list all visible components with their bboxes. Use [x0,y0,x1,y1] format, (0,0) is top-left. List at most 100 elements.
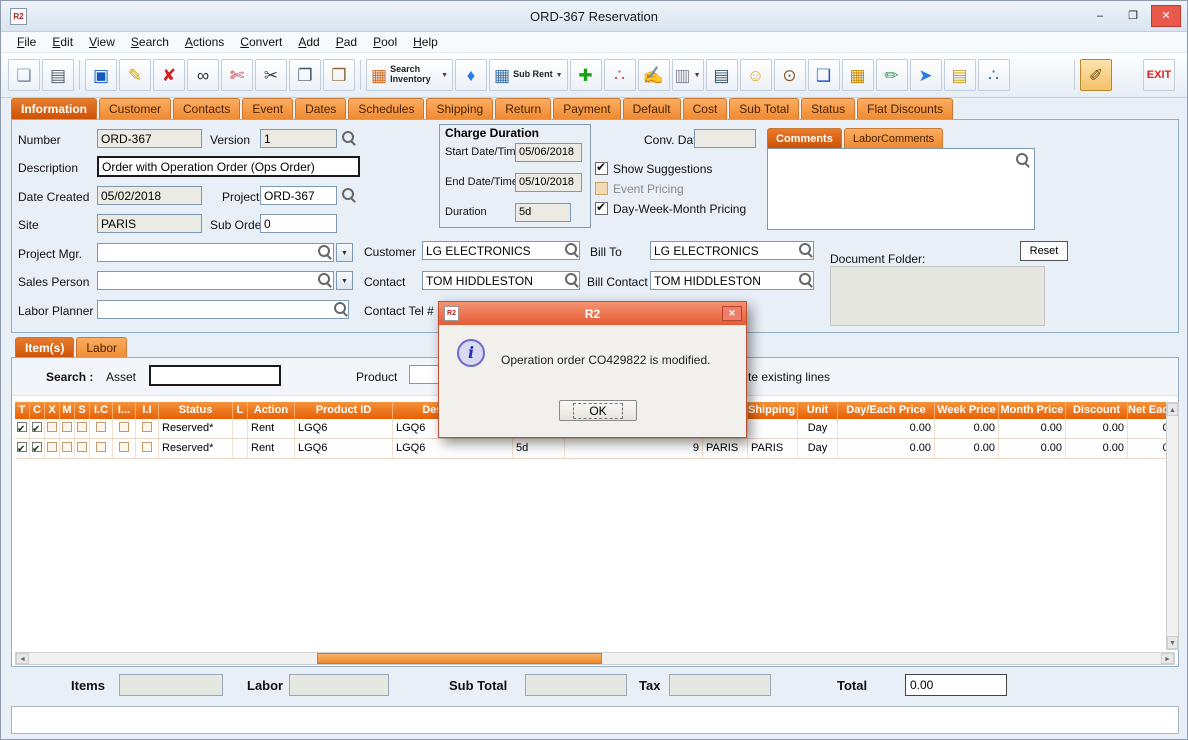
menu-help[interactable]: Help [405,35,446,49]
row-checkbox[interactable] [32,442,42,452]
delete-button[interactable]: ✘ [153,59,185,91]
menu-view[interactable]: View [81,35,123,49]
version-field[interactable]: 1 [260,129,337,148]
dialog-close-icon[interactable]: ✕ [722,306,742,321]
tab-shipping[interactable]: Shipping [426,98,493,119]
end-date-field[interactable]: 05/10/2018 [515,173,582,192]
column-header-status[interactable]: Status [159,402,233,419]
key-button[interactable]: ➤ [910,59,942,91]
ink-drop-button[interactable]: ♦ [455,59,487,91]
cell-x[interactable] [45,439,60,458]
tab-labor-comments[interactable]: LaborComments [844,128,943,148]
column-header-x[interactable]: X [45,402,60,419]
row-checkbox[interactable] [96,422,106,432]
cell-c[interactable] [30,439,45,458]
tab-event[interactable]: Event [242,98,293,119]
cell-ip[interactable] [113,419,136,438]
cell-m[interactable] [60,419,75,438]
row-checkbox[interactable] [142,442,152,452]
pool-button[interactable]: ∴ [978,59,1010,91]
column-header-week_price[interactable]: Week Price [935,402,999,419]
brush-button[interactable]: ✐ [1080,59,1112,91]
menu-pad[interactable]: Pad [328,35,365,49]
date-created-field[interactable]: 05/02/2018 [97,186,202,205]
bill-contact-search-icon[interactable] [799,273,811,285]
column-header-unit[interactable]: Unit [798,402,838,419]
site-field[interactable]: PARIS [97,214,202,233]
copy-button[interactable]: ❐ [289,59,321,91]
row-checkbox[interactable] [62,442,72,452]
scroll-left-icon[interactable]: ◄ [16,653,29,664]
column-header-day_price[interactable]: Day/Each Price [838,402,935,419]
row-checkbox[interactable] [47,422,57,432]
conv-date-field[interactable] [694,129,756,148]
cube-button[interactable]: ▦ [842,59,874,91]
stack-button[interactable]: ▥▼ [672,59,704,91]
cell-t[interactable] [15,439,30,458]
sales-person-field[interactable] [97,271,334,290]
row-checkbox[interactable] [142,422,152,432]
cell-m[interactable] [60,439,75,458]
number-field[interactable]: ORD-367 [97,129,202,148]
project-field[interactable]: ORD-367 [260,186,337,205]
dropdown-arrow-icon[interactable]: ▼ [441,72,448,79]
reset-button[interactable]: Reset [1020,241,1068,261]
exit-button[interactable]: EXIT [1143,59,1175,91]
row-checkbox[interactable] [119,422,129,432]
horizontal-scrollbar[interactable]: ◄ ► [15,652,1175,665]
column-header-c[interactable]: C [30,402,45,419]
print-button[interactable]: ▤ [42,59,74,91]
customer-field[interactable]: LG ELECTRONICS [422,241,580,260]
tab-payment[interactable]: Payment [553,98,620,119]
tab-sub-total[interactable]: Sub Total [729,98,799,119]
bill-contact-field[interactable]: TOM HIDDLESTON [650,271,814,290]
cell-s[interactable] [75,419,90,438]
tab-labor[interactable]: Labor [76,337,127,358]
project-mgr-field[interactable] [97,243,334,262]
column-header-s[interactable]: S [75,402,90,419]
column-header-ii[interactable]: I.I [136,402,159,419]
tab-information[interactable]: Information [11,98,97,119]
title-bar[interactable]: R2 ORD-367 Reservation – ❐ ✕ [1,1,1187,32]
bill-to-search-icon[interactable] [799,243,811,255]
column-header-l[interactable]: L [233,402,248,419]
dialog-titlebar[interactable]: R2 R2 ✕ [439,302,746,325]
column-header-ic[interactable]: I.C [90,402,113,419]
labor-planner-field[interactable] [97,300,349,319]
scrollbar-thumb[interactable] [317,653,602,664]
row-checkbox[interactable] [62,422,72,432]
version-search-icon[interactable] [342,131,354,143]
cell-c[interactable] [30,419,45,438]
project-mgr-dropdown-icon[interactable]: ▼ [336,243,353,262]
menu-file[interactable]: File [9,35,44,49]
menu-actions[interactable]: Actions [177,35,232,49]
duration-field[interactable]: 5d [515,203,571,222]
tab-default[interactable]: Default [623,98,681,119]
cell-ii[interactable] [136,439,159,458]
cell-t[interactable] [15,419,30,438]
add-button[interactable]: ✚ [570,59,602,91]
asset-search-input[interactable] [149,365,281,386]
sales-person-dropdown-icon[interactable]: ▼ [336,271,353,290]
search-inventory-button[interactable]: ▦Search Inventory▼ [366,59,453,91]
group-balls-button[interactable]: ∴ [604,59,636,91]
menu-edit[interactable]: Edit [44,35,81,49]
find-button[interactable]: ∞ [187,59,219,91]
customer-search-icon[interactable] [565,243,577,255]
tab-dates[interactable]: Dates [295,98,346,119]
close-button-icon[interactable]: ✕ [1151,5,1181,27]
sales-person-search-icon[interactable] [318,273,330,285]
report-button[interactable]: ▤ [706,59,738,91]
tab-flat-discounts[interactable]: Flat Discounts [857,98,953,119]
tab-customer[interactable]: Customer [99,98,171,119]
cell-ii[interactable] [136,419,159,438]
column-header-action[interactable]: Action [248,402,295,419]
dwm-pricing-checkbox[interactable] [595,202,608,215]
column-header-m[interactable]: M [60,402,75,419]
row-checkbox[interactable] [96,442,106,452]
row-checkbox[interactable] [77,442,87,452]
cut-button[interactable]: ✂ [255,59,287,91]
note-edit-button[interactable]: ✍ [638,59,670,91]
column-header-net_price[interactable]: Net Each Price [1128,402,1167,419]
contact-field[interactable]: TOM HIDDLESTON [422,271,580,290]
